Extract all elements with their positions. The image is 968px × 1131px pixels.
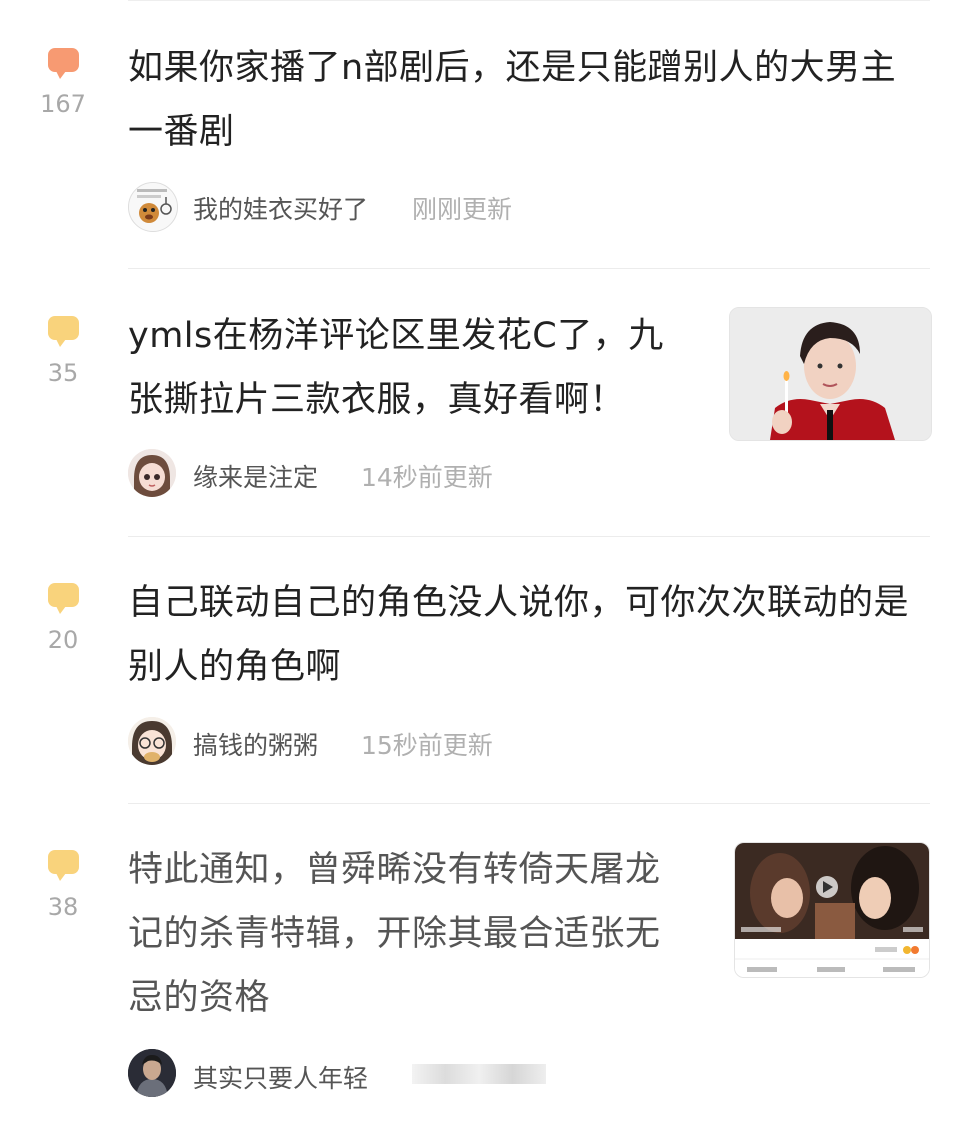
update-time: 15秒前更新 bbox=[361, 731, 493, 760]
avatar[interactable] bbox=[128, 1049, 176, 1097]
comment-icon bbox=[48, 48, 79, 79]
comment-count: 20 bbox=[47, 626, 79, 654]
username[interactable]: 搞钱的粥粥 bbox=[193, 726, 318, 762]
video-thumbnail[interactable] bbox=[734, 842, 930, 978]
update-time: 刚刚更新 bbox=[412, 195, 513, 224]
post-item[interactable]: 20 自己联动自己的角色没人说你，可你次次联动的是别人的角色啊 搞钱的粥粥 15… bbox=[0, 537, 968, 805]
post-item[interactable]: 35 ymls在杨洋评论区里发花C了，九张撕拉片三款衣服，真好看啊！ 缘来是注定… bbox=[0, 269, 968, 537]
comment-icon bbox=[48, 850, 79, 881]
comment-count: 38 bbox=[47, 893, 79, 921]
username[interactable]: 其实只要人年轻 bbox=[193, 1059, 368, 1095]
post-title[interactable]: 特此通知，曾舜晞没有转倚天屠龙记的杀青特辑，开除其最合适张无忌的资格 bbox=[128, 838, 688, 1030]
post-item[interactable]: 167 如果你家播了n部剧后，还是只能蹭别人的大男主一番剧 我的娃衣买好了 刚刚… bbox=[0, 0, 968, 268]
post-title[interactable]: ymls在杨洋评论区里发花C了，九张撕拉片三款衣服，真好看啊！ bbox=[128, 304, 688, 432]
username[interactable]: 我的娃衣买好了 bbox=[193, 190, 368, 226]
topic-feed: 167 如果你家播了n部剧后，还是只能蹭别人的大男主一番剧 我的娃衣买好了 刚刚… bbox=[0, 0, 968, 1131]
post-title[interactable]: 自己联动自己的角色没人说你，可你次次联动的是别人的角色啊 bbox=[128, 571, 928, 699]
comment-count: 167 bbox=[40, 90, 86, 118]
post-thumbnail[interactable] bbox=[729, 307, 932, 441]
post-item[interactable]: 38 特此通知，曾舜晞没有转倚天屠龙记的杀青特辑，开除其最合适张无忌的资格 其实… bbox=[0, 804, 968, 1131]
update-time-redacted bbox=[412, 1064, 546, 1084]
avatar[interactable] bbox=[128, 449, 176, 497]
update-time: 14秒前更新 bbox=[361, 463, 493, 492]
comment-icon bbox=[48, 316, 79, 347]
username[interactable]: 缘来是注定 bbox=[193, 458, 318, 494]
avatar[interactable] bbox=[128, 182, 178, 232]
post-title[interactable]: 如果你家播了n部剧后，还是只能蹭别人的大男主一番剧 bbox=[128, 36, 928, 164]
comment-icon bbox=[48, 583, 79, 614]
avatar[interactable] bbox=[128, 717, 176, 765]
comment-count: 35 bbox=[47, 359, 79, 387]
